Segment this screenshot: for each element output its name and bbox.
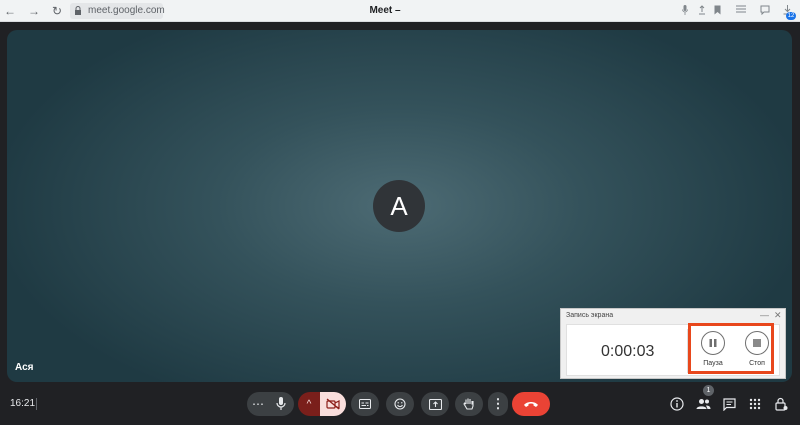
- page-title: Meet –: [369, 5, 401, 16]
- people-count-badge: 1: [703, 385, 714, 396]
- hand-icon: [463, 398, 474, 410]
- more-horizontal-icon: ⋯: [252, 397, 264, 411]
- microphone-indicator-icon[interactable]: [680, 5, 690, 17]
- meeting-details-button[interactable]: [669, 396, 685, 412]
- back-button[interactable]: ←: [2, 3, 18, 19]
- apps-grid-icon: [749, 398, 761, 410]
- menu-icon[interactable]: [736, 5, 746, 17]
- reactions-button[interactable]: [386, 392, 414, 416]
- camera-button[interactable]: [320, 392, 346, 416]
- lock-icon: [75, 6, 81, 15]
- host-controls-button[interactable]: [773, 396, 789, 412]
- lock-person-icon: [774, 397, 787, 411]
- divider: [36, 398, 37, 410]
- end-call-icon: [524, 402, 538, 407]
- url-text: meet.google.com: [88, 5, 165, 16]
- more-options-button[interactable]: ⋮: [488, 392, 508, 416]
- raise-hand-button[interactable]: [455, 392, 483, 416]
- present-screen-button[interactable]: [421, 392, 449, 416]
- close-button[interactable]: ✕: [774, 309, 782, 321]
- audio-options-button[interactable]: ⋯: [247, 392, 269, 416]
- people-button[interactable]: [695, 396, 711, 412]
- camera-options-button[interactable]: ^: [298, 392, 320, 416]
- emoji-icon: [394, 398, 406, 410]
- forward-button[interactable]: →: [26, 3, 42, 19]
- minimize-button[interactable]: —: [760, 309, 769, 321]
- people-icon: [696, 399, 710, 409]
- leave-call-button[interactable]: [512, 392, 550, 416]
- reload-button[interactable]: ↻: [49, 3, 65, 19]
- chevron-up-icon: ^: [306, 398, 312, 410]
- participant-name: Ася: [15, 362, 34, 373]
- bookmark-icon[interactable]: [712, 5, 722, 17]
- more-vertical-icon: ⋮: [491, 396, 505, 411]
- meeting-clock: 16:21: [10, 398, 36, 409]
- recorder-title: Запись экрана: [566, 312, 614, 319]
- activities-button[interactable]: [747, 396, 763, 412]
- controls-highlight: [688, 323, 774, 374]
- info-icon: [670, 397, 684, 411]
- browser-toolbar: ← → ↻ meet.google.com Meet – 12: [0, 0, 800, 22]
- captions-button[interactable]: [351, 392, 379, 416]
- captions-icon: [359, 399, 371, 409]
- feedback-icon[interactable]: [760, 5, 770, 17]
- microphone-button[interactable]: [268, 392, 294, 416]
- microphone-icon: [276, 397, 286, 410]
- share-icon[interactable]: [697, 5, 707, 17]
- present-icon: [428, 398, 442, 410]
- chat-button[interactable]: [721, 396, 737, 412]
- camera-off-icon: [326, 398, 340, 410]
- extensions-badge: 12: [786, 12, 796, 20]
- recording-timer: 0:00:03: [601, 343, 655, 360]
- address-bar[interactable]: meet.google.com: [70, 3, 165, 19]
- chat-icon: [722, 397, 736, 411]
- avatar: A: [373, 180, 425, 232]
